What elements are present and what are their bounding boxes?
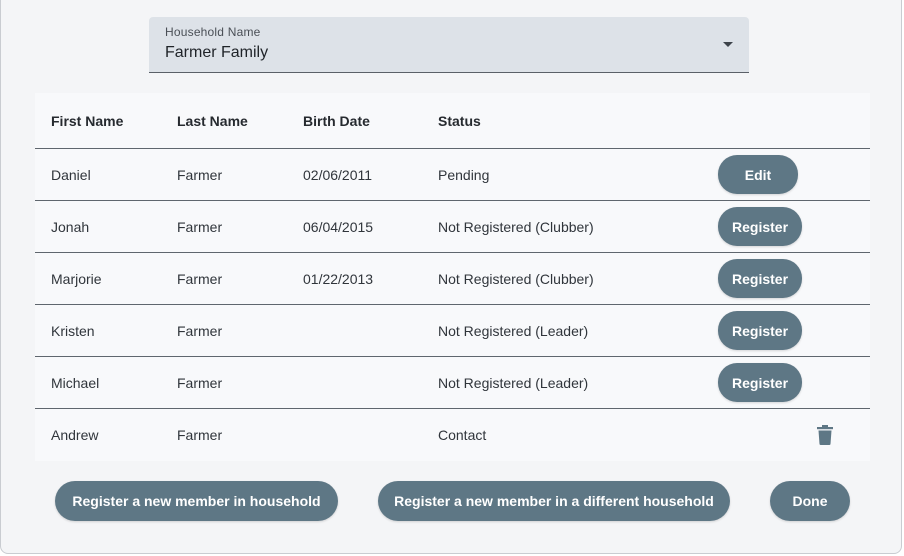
done-button[interactable]: Done — [770, 481, 850, 521]
table-row: Andrew Farmer Contact — [35, 409, 870, 461]
action-cell: Register — [718, 253, 803, 304]
table-row: Michael Farmer Not Registered (Leader) R… — [35, 357, 870, 409]
trash-icon-graphic — [817, 425, 833, 445]
birth-date-cell: 06/04/2015 — [303, 218, 374, 235]
status-cell: Not Registered (Clubber) — [438, 270, 594, 287]
header-birth-date: Birth Date — [303, 112, 370, 129]
last-name-cell: Farmer — [177, 322, 223, 339]
register-button[interactable]: Register — [718, 363, 803, 402]
register-new-member-button[interactable]: Register a new member in household — [55, 481, 338, 521]
action-cell: Register — [718, 201, 803, 252]
status-cell: Not Registered (Leader) — [438, 322, 589, 339]
first-name-cell: Andrew — [51, 427, 99, 443]
last-name-cell: Farmer — [177, 270, 223, 287]
table-row: Marjorie Farmer 01/22/2013 Not Registere… — [35, 253, 870, 305]
last-name-cell: Farmer — [177, 166, 223, 183]
header-status: Status — [438, 112, 481, 129]
action-cell: Register — [718, 357, 803, 408]
register-button[interactable]: Register — [718, 207, 803, 246]
first-name-cell: Kristen — [51, 322, 95, 339]
first-name-cell: Michael — [51, 374, 100, 391]
table-row: Jonah Farmer 06/04/2015 Not Registered (… — [35, 201, 870, 253]
status-cell: Not Registered (Leader) — [438, 374, 589, 391]
header-last-name: Last Name — [177, 112, 248, 129]
table-row: Kristen Farmer Not Registered (Leader) R… — [35, 305, 870, 357]
first-name-cell: Jonah — [51, 218, 90, 235]
trash-icon[interactable] — [816, 425, 834, 445]
register-button[interactable]: Register — [718, 311, 803, 350]
last-name-cell: Farmer — [177, 427, 223, 443]
household-name-select[interactable]: Household Name Farmer Family — [149, 17, 749, 73]
household-name-value: Farmer Family — [165, 44, 269, 61]
table-header-row: First Name Last Name Birth Date Status — [35, 93, 870, 149]
dropdown-arrow-icon[interactable] — [723, 42, 733, 47]
first-name-cell: Marjorie — [51, 270, 102, 287]
last-name-cell: Farmer — [177, 374, 223, 391]
table-row: Daniel Farmer 02/06/2011 Pending Edit — [35, 149, 870, 201]
household-name-label: Household Name — [165, 25, 261, 39]
status-cell: Not Registered (Clubber) — [438, 218, 594, 235]
register-button[interactable]: Register — [718, 259, 803, 298]
delete-cell — [816, 409, 834, 461]
action-cell: Register — [718, 305, 803, 356]
header-first-name: First Name — [51, 112, 124, 129]
birth-date-cell: 02/06/2011 — [303, 166, 373, 183]
first-name-cell: Daniel — [51, 166, 91, 183]
birth-date-cell: 01/22/2013 — [303, 270, 374, 287]
edit-button[interactable]: Edit — [718, 155, 798, 194]
register-different-household-button[interactable]: Register a new member in a different hou… — [378, 481, 730, 521]
last-name-cell: Farmer — [177, 218, 223, 235]
status-cell: Contact — [438, 427, 487, 443]
members-table: First Name Last Name Birth Date Status D… — [35, 93, 870, 461]
status-cell: Pending — [438, 166, 490, 183]
action-cell: Edit — [718, 149, 798, 200]
